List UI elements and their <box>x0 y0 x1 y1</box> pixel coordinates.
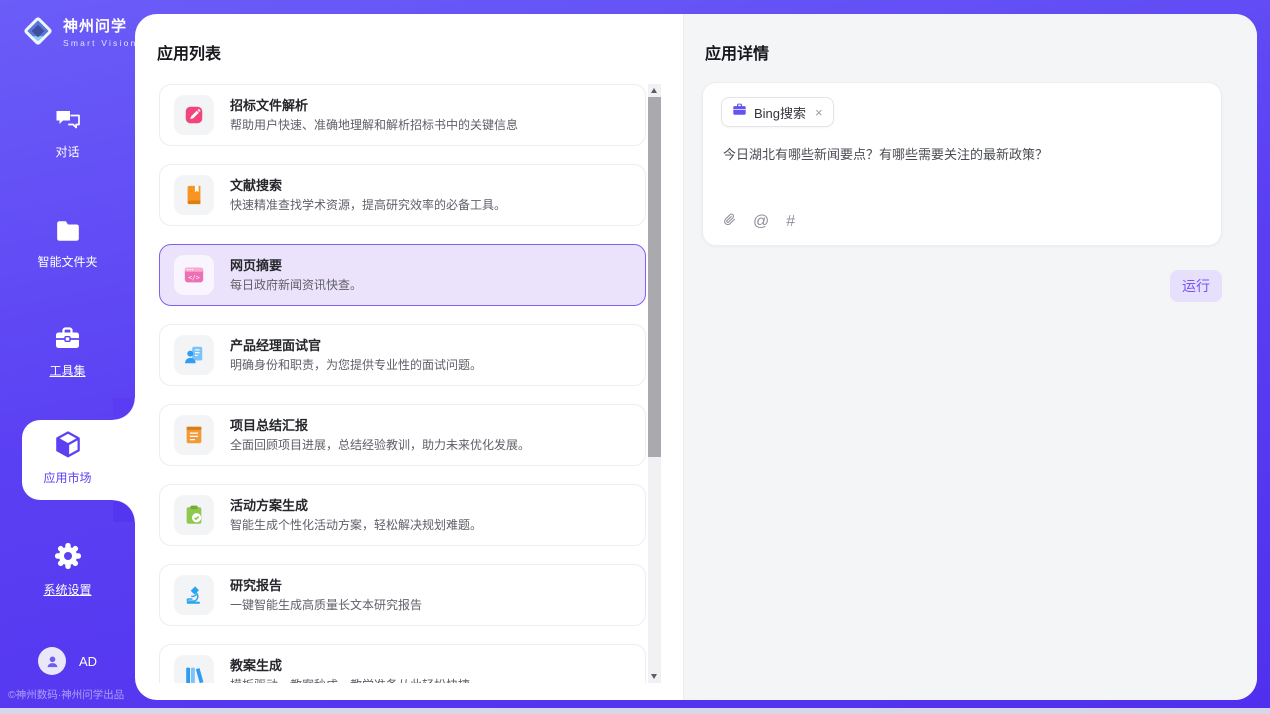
copyright-footer: ©神州数码·神州问学出品 <box>8 687 124 702</box>
tool-chip-bing-search[interactable]: Bing搜索 × <box>721 97 834 127</box>
toolbox-icon <box>54 326 81 354</box>
sidebar-item-label: 系统设置 <box>43 581 91 598</box>
app-card-description: 明确身份和职责，为您提供专业性的面试问题。 <box>230 359 482 371</box>
chat-icon <box>54 108 82 135</box>
sidebar-item-toolbox[interactable]: 工具集 <box>0 326 135 379</box>
person-icon <box>45 654 60 669</box>
book-icon <box>174 175 214 215</box>
folder-icon <box>55 220 81 245</box>
sidebar-item-app-market[interactable]: 应用市场 <box>0 429 135 486</box>
app-card-web-summary[interactable]: </> 网页摘要 每日政府新闻资讯快查。 <box>159 244 646 306</box>
app-card-title: 活动方案生成 <box>230 499 482 512</box>
app-card-description: 一键智能生成高质量长文本研究报告 <box>230 599 422 611</box>
app-card-description: 全面回顾项目进展，总结经验教训，助力未来优化发展。 <box>230 439 530 451</box>
mention-icon[interactable]: @ <box>753 213 769 231</box>
document-edit-icon <box>174 95 214 135</box>
attachment-icon[interactable] <box>723 211 736 232</box>
app-list-title: 应用列表 <box>157 40 221 64</box>
app-card-description: 智能生成个性化活动方案，轻松解决规划难题。 <box>230 519 482 531</box>
app-card-lesson-plan[interactable]: 教案生成 模板驱动，教案秒成，教学准备从此轻松快捷 <box>159 644 646 683</box>
query-input[interactable]: 今日湖北有哪些新闻要点？有哪些需要关注的最新政策？ <box>723 145 1203 165</box>
user-account[interactable]: AD <box>38 647 97 675</box>
scrollbar-thumb[interactable] <box>648 97 661 457</box>
content-panel: 应用列表 应用详情 招标文件解析 帮助用户快速、准确地理解和解析招标书中的关键信… <box>135 14 1257 700</box>
app-card-title: 教案生成 <box>230 659 470 672</box>
microscope-icon <box>174 575 214 615</box>
hash-icon[interactable]: # <box>786 213 795 231</box>
app-card-pm-interviewer[interactable]: 产品经理面试官 明确身份和职责，为您提供专业性的面试问题。 <box>159 324 646 386</box>
app-card-literature-search[interactable]: 文献搜索 快速精准查找学术资源，提高研究效率的必备工具。 <box>159 164 646 226</box>
app-list-scrollbar[interactable] <box>648 84 661 683</box>
app-card-project-summary[interactable]: 项目总结汇报 全面回顾项目进展，总结经验教训，助力未来优化发展。 <box>159 404 646 466</box>
app-card-description: 模板驱动，教案秒成，教学准备从此轻松快捷 <box>230 679 470 683</box>
app-list: 招标文件解析 帮助用户快速、准确地理解和解析招标书中的关键信息 文献搜索 快速精… <box>159 84 646 683</box>
app-card-description: 每日政府新闻资讯快查。 <box>230 279 362 291</box>
avatar <box>38 647 66 675</box>
gear-icon <box>54 542 82 573</box>
scrollbar-down-icon[interactable] <box>648 670 661 683</box>
clipboard-check-icon <box>174 495 214 535</box>
sidebar-item-label: 智能文件夹 <box>37 253 97 270</box>
user-label: AD <box>79 654 97 669</box>
svg-text:</>: </> <box>188 274 200 282</box>
app-card-bid-document-analysis[interactable]: 招标文件解析 帮助用户快速、准确地理解和解析招标书中的关键信息 <box>159 84 646 146</box>
app-purple-frame: 神州问学 Smart Vision 对话 智能文件夹 <box>0 0 1270 708</box>
tool-chip-label: Bing搜索 <box>754 103 806 122</box>
briefcase-icon <box>732 103 747 121</box>
notepad-icon <box>174 415 214 455</box>
brand-diamond-icon <box>20 13 56 54</box>
sidebar-item-label: 对话 <box>55 143 79 160</box>
app-card-research-report[interactable]: 研究报告 一键智能生成高质量长文本研究报告 <box>159 564 646 626</box>
app-card-description: 快速精准查找学术资源，提高研究效率的必备工具。 <box>230 199 506 211</box>
app-card-title: 项目总结汇报 <box>230 419 530 432</box>
app-card-title: 研究报告 <box>230 579 422 592</box>
interviewer-icon <box>174 335 214 375</box>
run-button[interactable]: 运行 <box>1170 270 1222 302</box>
sidebar-item-settings[interactable]: 系统设置 <box>0 542 135 598</box>
sidebar-item-label: 应用市场 <box>43 469 91 486</box>
books-icon <box>174 655 214 683</box>
sidebar-item-label: 工具集 <box>49 362 85 379</box>
app-detail-title: 应用详情 <box>705 40 769 64</box>
app-card-title: 产品经理面试官 <box>230 339 482 352</box>
app-card-title: 网页摘要 <box>230 259 362 272</box>
chip-close-icon[interactable]: × <box>815 105 823 120</box>
sidebar-item-smart-folder[interactable]: 智能文件夹 <box>0 220 135 270</box>
app-detail-composer: Bing搜索 × 今日湖北有哪些新闻要点？有哪些需要关注的最新政策？ @ # <box>702 82 1222 246</box>
app-card-title: 招标文件解析 <box>230 99 518 112</box>
browser-code-icon: </> <box>174 255 214 295</box>
sidebar-item-chat[interactable]: 对话 <box>0 108 135 160</box>
app-card-title: 文献搜索 <box>230 179 506 192</box>
app-card-event-plan[interactable]: 活动方案生成 智能生成个性化活动方案，轻松解决规划难题。 <box>159 484 646 546</box>
app-card-description: 帮助用户快速、准确地理解和解析招标书中的关键信息 <box>230 119 518 131</box>
brand-logo: 神州问学 Smart Vision <box>20 13 137 54</box>
cube-icon <box>52 429 84 464</box>
brand-name: 神州问学 <box>63 19 137 36</box>
scrollbar-up-icon[interactable] <box>648 84 661 97</box>
brand-subtitle: Smart Vision <box>63 38 137 48</box>
